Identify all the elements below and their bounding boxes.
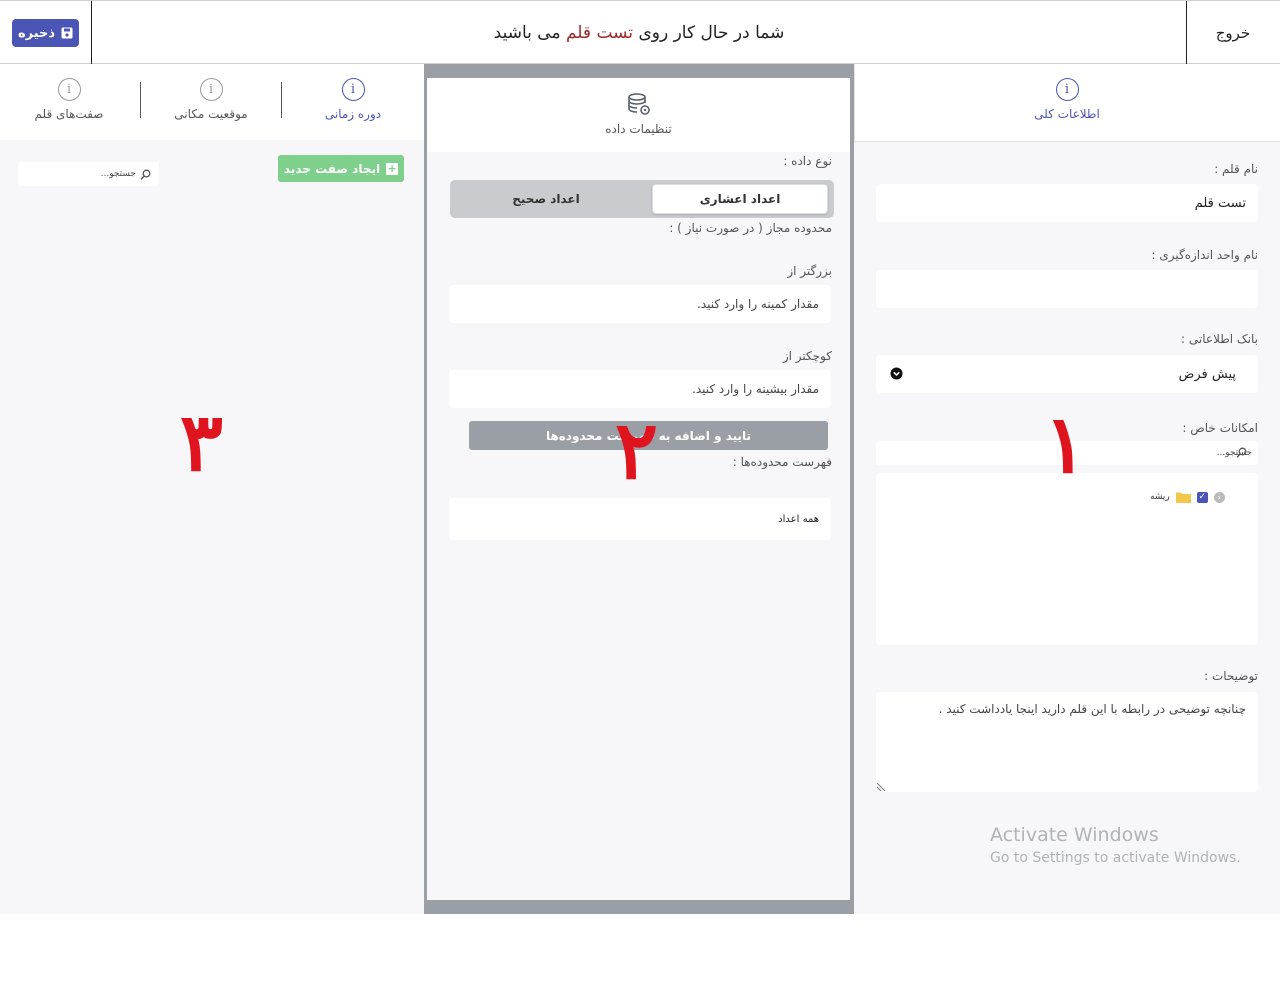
info-icon: i	[1055, 78, 1079, 101]
datatype-toggle: اعداد اعشاری اعداد صحیح	[450, 180, 834, 218]
attributes-search-input[interactable]: جستجو...	[18, 162, 159, 186]
new-attribute-label: ایجاد صفت جدید	[283, 161, 381, 176]
info-icon: i	[57, 78, 81, 101]
database-label: بانک اطلاعاتی :	[1181, 332, 1258, 346]
unit-label: نام واحد اندازه‌گیری :	[1151, 248, 1259, 262]
marker-number: ۳	[180, 395, 223, 489]
description-textarea[interactable]: چنانچه توضیحی در رابطه با این قلم دارید …	[876, 692, 1258, 792]
datatype-decimal-option[interactable]: اعداد اعشاری	[652, 184, 828, 214]
info-icon: i	[199, 78, 223, 101]
item-name-value: تست قلم	[1194, 195, 1246, 211]
datatype-label: نوع داده :	[783, 154, 832, 168]
max-value-placeholder: مقدار بیشینه را وارد کنید.	[692, 382, 819, 396]
marker-number: ۱	[1044, 397, 1087, 491]
marker-number: ۲	[615, 403, 658, 497]
description-label: توضیحات :	[1204, 669, 1258, 683]
features-label: امکانات خاص :	[1182, 421, 1258, 435]
resize-handle-icon[interactable]	[877, 783, 885, 791]
new-attribute-button[interactable]: + ایجاد صفت جدید	[278, 155, 404, 182]
title-item: تست قلم	[565, 22, 634, 43]
title-prefix: شما در حال کار روی	[638, 22, 785, 43]
attributes-panel: i دوره زمانی i موقعیت مکانی i صفت‌های قل…	[0, 64, 424, 914]
list-item[interactable]: همه اعداد	[778, 514, 819, 525]
plus-icon: +	[386, 161, 399, 175]
data-settings-content: تنظیمات داده نوع داده : اعداد اعشاری اعد…	[427, 78, 850, 900]
data-settings-title: تنظیمات داده	[605, 122, 672, 136]
database-select[interactable]: پیش فرض	[876, 355, 1258, 393]
tab-time-period[interactable]: i دوره زمانی	[318, 78, 388, 121]
description-placeholder: چنانچه توضیحی در رابطه با این قلم دارید …	[938, 702, 1246, 716]
tab-label: دوره زمانی	[324, 107, 382, 121]
title-suffix: می باشید	[493, 22, 561, 43]
general-tabbar: i اطلاعات کلی	[854, 64, 1280, 142]
tab-label: موقعیت مکانی	[174, 107, 248, 121]
tab-general-info[interactable]: i اطلاعات کلی	[1017, 78, 1117, 121]
name-label: نام قلم :	[1214, 162, 1258, 176]
tab-location[interactable]: i موقعیت مکانی	[166, 78, 256, 121]
tab-label: صفت‌های قلم	[34, 107, 104, 121]
min-value-input[interactable]: مقدار کمینه را وارد کنید.	[449, 285, 831, 323]
save-label: ذخیره	[17, 25, 56, 41]
attributes-tabbar: i دوره زمانی i موقعیت مکانی i صفت‌های قل…	[0, 64, 424, 140]
ranges-list-label: فهرست محدوده‌ها :	[732, 455, 832, 469]
chevron-down-icon	[890, 367, 903, 380]
range-hint: محدوده مجاز ( در صورت نیاز ) :	[669, 221, 832, 235]
general-info-panel: i اطلاعات کلی نام قلم : تست قلم نام واحد…	[854, 64, 1280, 914]
checkbox[interactable]: ✓	[1196, 491, 1208, 503]
datatype-integer-option[interactable]: اعداد صحیح	[454, 184, 638, 214]
tree-node-label: ریشه	[1150, 492, 1170, 502]
top-bar: ذخیره شما در حال کار روی تست قلم می باشی…	[0, 0, 1280, 64]
page-title: شما در حال کار روی تست قلم می باشید	[92, 1, 1186, 64]
database-settings-icon	[627, 93, 650, 115]
min-value-placeholder: مقدار کمینه را وارد کنید.	[697, 297, 819, 311]
divider	[281, 82, 282, 118]
tree-node-root[interactable]: ‹ ✓ ریشه	[1150, 491, 1225, 503]
data-settings-header: تنظیمات داده	[427, 78, 850, 152]
expand-icon[interactable]: ‹	[1213, 491, 1225, 503]
tab-item-attributes[interactable]: i صفت‌های قلم	[24, 78, 114, 121]
info-icon: i	[341, 78, 365, 101]
data-settings-panel: تنظیمات داده نوع داده : اعداد اعشاری اعد…	[424, 64, 854, 914]
database-value: پیش فرض	[1178, 366, 1236, 382]
item-name-input[interactable]: تست قلم	[876, 184, 1258, 222]
divider	[140, 82, 141, 118]
greater-than-label: بزرگتر از	[787, 264, 832, 278]
watermark-subtitle: Go to Settings to activate Windows.	[990, 850, 1241, 866]
ranges-list: همه اعداد	[449, 498, 831, 540]
folder-icon	[1175, 492, 1191, 503]
exit-button[interactable]: خروج	[1186, 1, 1280, 64]
save-button[interactable]: ذخیره	[12, 19, 79, 47]
search-icon	[140, 169, 151, 180]
search-placeholder: جستجو...	[100, 169, 136, 179]
save-icon	[61, 27, 73, 39]
watermark-title: Activate Windows	[990, 824, 1159, 846]
windows-activation-watermark: Activate Windows Go to Settings to activ…	[990, 824, 1241, 866]
tab-label: اطلاعات کلی	[1034, 107, 1100, 121]
unit-input[interactable]	[876, 270, 1258, 308]
less-than-label: کوچکتر از	[782, 349, 832, 363]
search-icon	[1236, 447, 1247, 458]
